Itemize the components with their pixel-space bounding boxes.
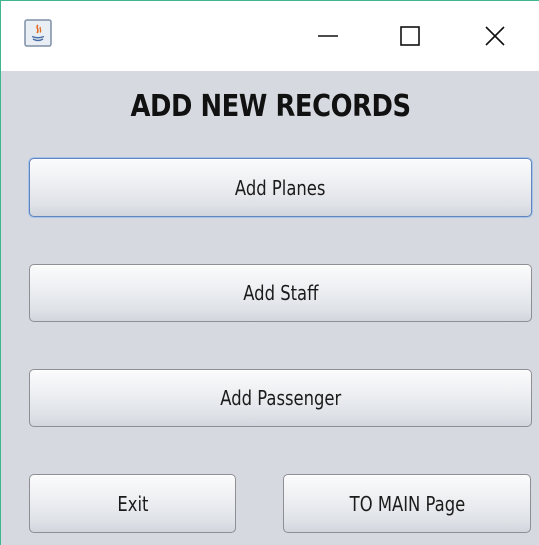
add-passenger-label: Add Passenger (219, 386, 341, 410)
title-bar[interactable] (1, 1, 539, 71)
add-planes-button[interactable]: Add Planes (29, 158, 532, 217)
exit-button[interactable]: Exit (29, 474, 236, 533)
java-icon[interactable] (24, 19, 52, 47)
minimize-icon (317, 25, 339, 47)
add-planes-label: Add Planes (235, 175, 326, 200)
maximize-icon (399, 25, 421, 47)
maximize-button[interactable] (381, 1, 439, 71)
add-passenger-button[interactable]: Add Passenger (29, 369, 532, 427)
to-main-page-button[interactable]: TO MAIN Page (283, 474, 531, 533)
exit-label: Exit (116, 491, 149, 516)
app-window: ADD NEW RECORDS Add Planes Add Staff Add… (0, 0, 539, 545)
add-staff-button[interactable]: Add Staff (29, 264, 532, 322)
close-icon (484, 25, 506, 47)
add-staff-label: Add Staff (242, 281, 319, 305)
page-title: ADD NEW RECORDS (130, 89, 411, 124)
minimize-button[interactable] (299, 1, 357, 71)
to-main-page-label: TO MAIN Page (349, 491, 465, 516)
close-button[interactable] (466, 1, 524, 71)
